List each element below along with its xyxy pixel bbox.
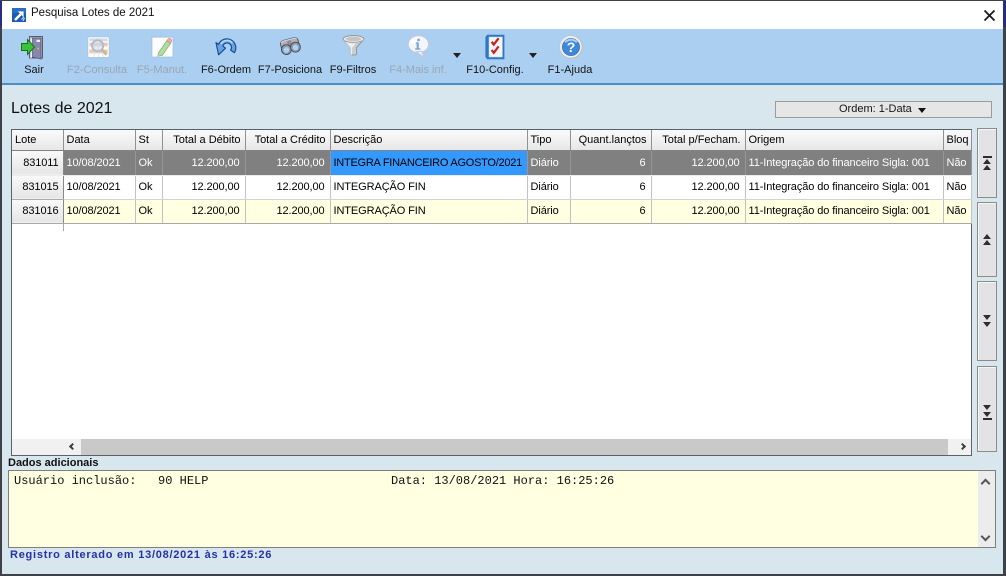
svg-text:?: ?: [567, 39, 576, 55]
